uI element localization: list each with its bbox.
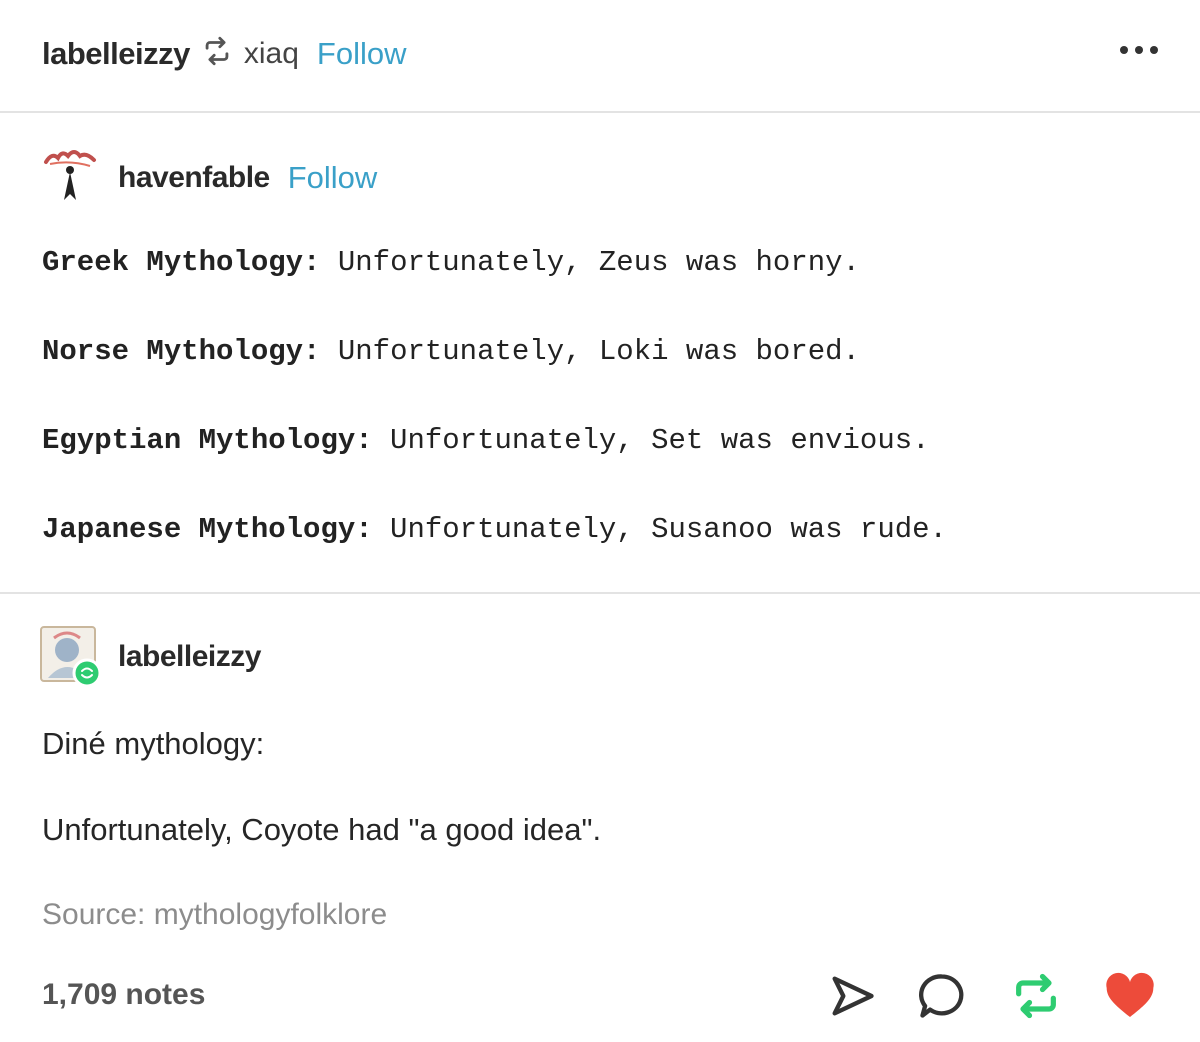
reblog-icon — [200, 34, 234, 73]
like-heart-icon[interactable] — [1100, 966, 1160, 1026]
reply-icon[interactable] — [912, 966, 972, 1026]
line-label: Greek Mythology: — [42, 246, 321, 279]
original-post-header: havenfable Follow — [40, 148, 377, 208]
reblog-author-username[interactable]: labelleizzy — [118, 640, 261, 674]
avatar[interactable] — [40, 626, 102, 688]
dot — [1150, 46, 1158, 54]
line-text: Unfortunately, Set was envious. — [372, 424, 930, 457]
divider — [0, 592, 1200, 594]
follow-button[interactable]: Follow — [317, 36, 407, 72]
line-text: Unfortunately, Zeus was horny. — [320, 246, 860, 279]
dot — [1120, 46, 1128, 54]
source-link[interactable]: Source: mythologyfolklore — [42, 898, 387, 932]
text-line: Norse Mythology: Unfortunately, Loki was… — [42, 335, 860, 368]
line-text: Unfortunately, Susanoo was rude. — [372, 513, 947, 546]
more-options-icon[interactable] — [1120, 46, 1158, 54]
reblog-icon[interactable] — [1006, 966, 1066, 1026]
follow-button[interactable]: Follow — [288, 160, 378, 196]
avatar[interactable] — [40, 148, 100, 208]
notes-count[interactable]: 1,709 notes — [42, 978, 205, 1012]
text-line: Japanese Mythology: Unfortunately, Susan… — [42, 513, 947, 546]
line-label: Norse Mythology: — [42, 335, 321, 368]
reblog-text-line: Diné mythology: — [42, 726, 265, 761]
line-text: Unfortunately, Loki was bored. — [320, 335, 860, 368]
reblog-text-line: Unfortunately, Coyote had "a good idea". — [42, 812, 602, 847]
divider — [0, 111, 1200, 113]
post-header-row: labelleizzy xiaq Follow — [42, 34, 407, 73]
original-author-username[interactable]: havenfable — [118, 161, 270, 195]
reblogger-username[interactable]: labelleizzy — [42, 36, 190, 72]
text-line: Egyptian Mythology: Unfortunately, Set w… — [42, 424, 930, 457]
line-label: Egyptian Mythology: — [42, 424, 373, 457]
via-username[interactable]: xiaq — [244, 37, 299, 71]
post-header: labelleizzy xiaq Follow — [0, 0, 1200, 112]
line-label: Japanese Mythology: — [42, 513, 373, 546]
dot — [1135, 46, 1143, 54]
text-line: Greek Mythology: Unfortunately, Zeus was… — [42, 246, 860, 279]
share-icon[interactable] — [822, 966, 882, 1026]
reblog-header: labelleizzy — [40, 626, 261, 688]
